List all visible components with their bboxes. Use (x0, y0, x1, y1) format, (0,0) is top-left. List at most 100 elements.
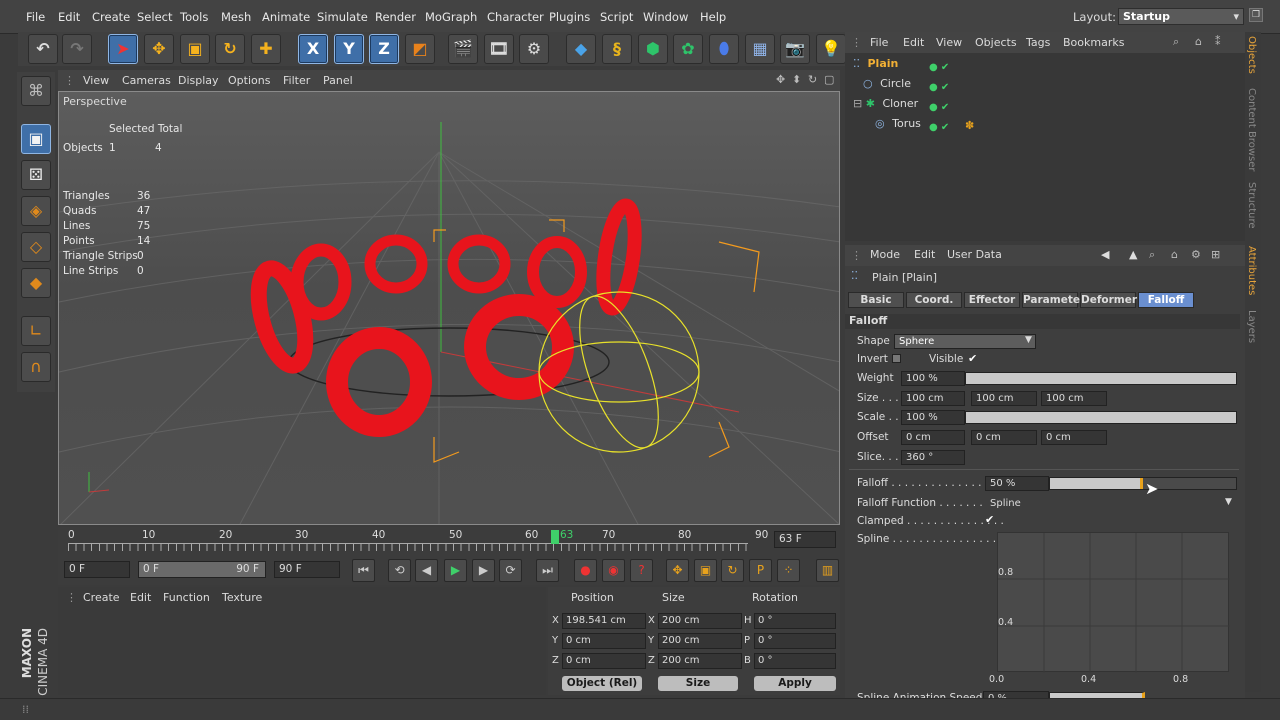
key-position-icon[interactable]: ✥ (666, 559, 689, 582)
mat-menu-function[interactable]: Function (163, 591, 210, 604)
camera-icon[interactable]: 📷 (780, 34, 810, 64)
om-menu-edit[interactable]: Edit (903, 36, 924, 49)
step-back-icon[interactable]: ◀ (415, 559, 438, 582)
clamped-checkbox[interactable]: ✔ (985, 513, 994, 526)
shape-dropdown[interactable]: Sphere (894, 334, 1036, 349)
om-menu-view[interactable]: View (936, 36, 962, 49)
visibility-check-icon[interactable]: ● ✔ (929, 78, 959, 98)
menu-simulate[interactable]: Simulate (317, 10, 368, 24)
scale-field[interactable]: 100 % (901, 410, 965, 425)
menu-script[interactable]: Script (600, 10, 633, 24)
material-tag-icon[interactable]: ✽ (965, 119, 974, 132)
side-tab-layers[interactable]: Layers (1246, 310, 1257, 343)
position-x-field[interactable]: 198.541 cm (562, 613, 646, 629)
render-settings-icon[interactable]: ⚙ (519, 34, 549, 64)
size-y-field[interactable]: 100 cm (971, 391, 1037, 406)
am-menu-edit[interactable]: Edit (914, 248, 935, 261)
om-menu-file[interactable]: File (870, 36, 888, 49)
menu-help[interactable]: Help (700, 10, 726, 24)
visibility-check-icon[interactable]: ● ✔ (929, 98, 959, 118)
window-restore-icon[interactable]: ❐ (1249, 8, 1263, 22)
playhead-marker[interactable] (551, 530, 559, 544)
start-frame-field[interactable]: 0 F (64, 561, 130, 578)
search-icon[interactable]: ⌕ (1149, 248, 1155, 262)
up-arrow-icon[interactable]: ▲ (1129, 248, 1137, 261)
back-arrow-icon[interactable]: ◀ (1101, 248, 1109, 261)
viewport-zoom-icon[interactable]: ⬍ (792, 73, 801, 86)
menu-mograph[interactable]: MoGraph (425, 10, 477, 24)
falloff-field[interactable]: 50 % (985, 476, 1049, 491)
last-tool-icon[interactable]: ✚ (251, 34, 281, 64)
preview-range-slider[interactable]: 0 F 90 F (138, 561, 266, 578)
goto-end-icon[interactable]: ⏭ (536, 559, 559, 582)
y-axis-lock-button[interactable]: Y (334, 34, 364, 64)
visibility-check-icon[interactable]: ● ✔ (929, 118, 959, 138)
texture-mode-icon[interactable]: ⚄ (21, 160, 51, 190)
vp-menu-display[interactable]: Display (178, 74, 219, 87)
menu-file[interactable]: File (26, 10, 45, 24)
menu-render[interactable]: Render (375, 10, 416, 24)
edges-mode-icon[interactable]: ◇ (21, 232, 51, 262)
visibility-check-icon[interactable]: ● ✔ (929, 58, 959, 78)
layout-select[interactable]: Startup (1118, 8, 1244, 25)
spline-pen-icon[interactable]: § (602, 34, 632, 64)
vp-menu-options[interactable]: Options (228, 74, 270, 87)
visible-checkbox[interactable]: ✔ (968, 352, 977, 365)
current-frame-field[interactable]: 63 F (774, 531, 836, 548)
tab-parameter[interactable]: Parameter (1022, 292, 1085, 308)
menu-window[interactable]: Window (643, 10, 688, 24)
object-row[interactable]: ○ Circle (853, 77, 911, 95)
apply-button[interactable]: Apply (754, 676, 836, 691)
menu-tools[interactable]: Tools (180, 10, 208, 24)
new-manager-icon[interactable]: ⊞ (1211, 248, 1220, 261)
lock-icon[interactable]: ⌂ (1171, 248, 1178, 261)
offset-y-field[interactable]: 0 cm (971, 430, 1037, 445)
array-generator-icon[interactable]: ✿ (673, 34, 703, 64)
invert-checkbox[interactable] (892, 354, 901, 363)
perspective-viewport[interactable]: Perspective Selected Total Objects 1 4 T… (58, 91, 840, 525)
workplane-icon[interactable]: ∟ (21, 316, 51, 346)
size-x-field[interactable]: 200 cm (658, 613, 742, 629)
side-tab-structure[interactable]: Structure (1246, 182, 1257, 229)
floor-icon[interactable]: ▦ (745, 34, 775, 64)
size-x-field[interactable]: 100 cm (901, 391, 965, 406)
search-icon[interactable]: ⌕ (1173, 35, 1179, 49)
offset-x-field[interactable]: 0 cm (901, 430, 965, 445)
om-menu-bookmarks[interactable]: Bookmarks (1063, 36, 1124, 49)
make-editable-icon[interactable]: ⌘ (21, 76, 51, 106)
light-icon[interactable]: 💡 (816, 34, 846, 64)
live-selection-icon[interactable]: ➤ (108, 34, 138, 64)
side-tab-attributes[interactable]: Attributes (1246, 246, 1257, 295)
z-axis-lock-button[interactable]: Z (369, 34, 399, 64)
redo-icon[interactable]: ↷ (62, 34, 92, 64)
viewport-pan-icon[interactable]: ✥ (776, 73, 785, 86)
vp-menu-cameras[interactable]: Cameras (122, 74, 171, 87)
spline-graph[interactable]: 0.8 0.4 (997, 532, 1230, 673)
size-mode-dropdown[interactable]: Size (658, 676, 738, 691)
mat-menu-create[interactable]: Create (83, 591, 120, 604)
viewport-rotate-icon[interactable]: ↻ (808, 73, 817, 86)
visibility-flags[interactable]: ● ✔ ● ✔ ● ✔ ● ✔ (929, 58, 959, 138)
move-tool-icon[interactable]: ✥ (144, 34, 174, 64)
subdivision-surface-icon[interactable]: ⬢ (638, 34, 668, 64)
om-menu-tags[interactable]: Tags (1026, 36, 1050, 49)
size-z-field[interactable]: 200 cm (658, 653, 742, 669)
rotation-p-field[interactable]: 0 ° (754, 633, 836, 649)
size-y-field[interactable]: 200 cm (658, 633, 742, 649)
coordinate-system-icon[interactable]: ◩ (405, 34, 435, 64)
menu-mesh[interactable]: Mesh (221, 10, 251, 24)
settings-icon[interactable]: ⚙ (1191, 248, 1201, 261)
model-mode-icon[interactable]: ▣ (21, 124, 51, 154)
menu-plugins[interactable]: Plugins (549, 10, 590, 24)
points-mode-icon[interactable]: ◈ (21, 196, 51, 226)
key-rotation-icon[interactable]: ↻ (721, 559, 744, 582)
scale-slider[interactable] (965, 411, 1237, 424)
om-menu-objects[interactable]: Objects (975, 36, 1017, 49)
polygons-mode-icon[interactable]: ◆ (21, 268, 51, 298)
offset-z-field[interactable]: 0 cm (1041, 430, 1107, 445)
goto-prev-key-icon[interactable]: ⟲ (388, 559, 411, 582)
render-picture-viewer-icon[interactable]: 🎞 (484, 34, 514, 64)
am-menu-user-data[interactable]: User Data (947, 248, 1002, 261)
side-tab-content-browser[interactable]: Content Browser (1246, 88, 1257, 171)
undo-icon[interactable]: ↶ (28, 34, 58, 64)
